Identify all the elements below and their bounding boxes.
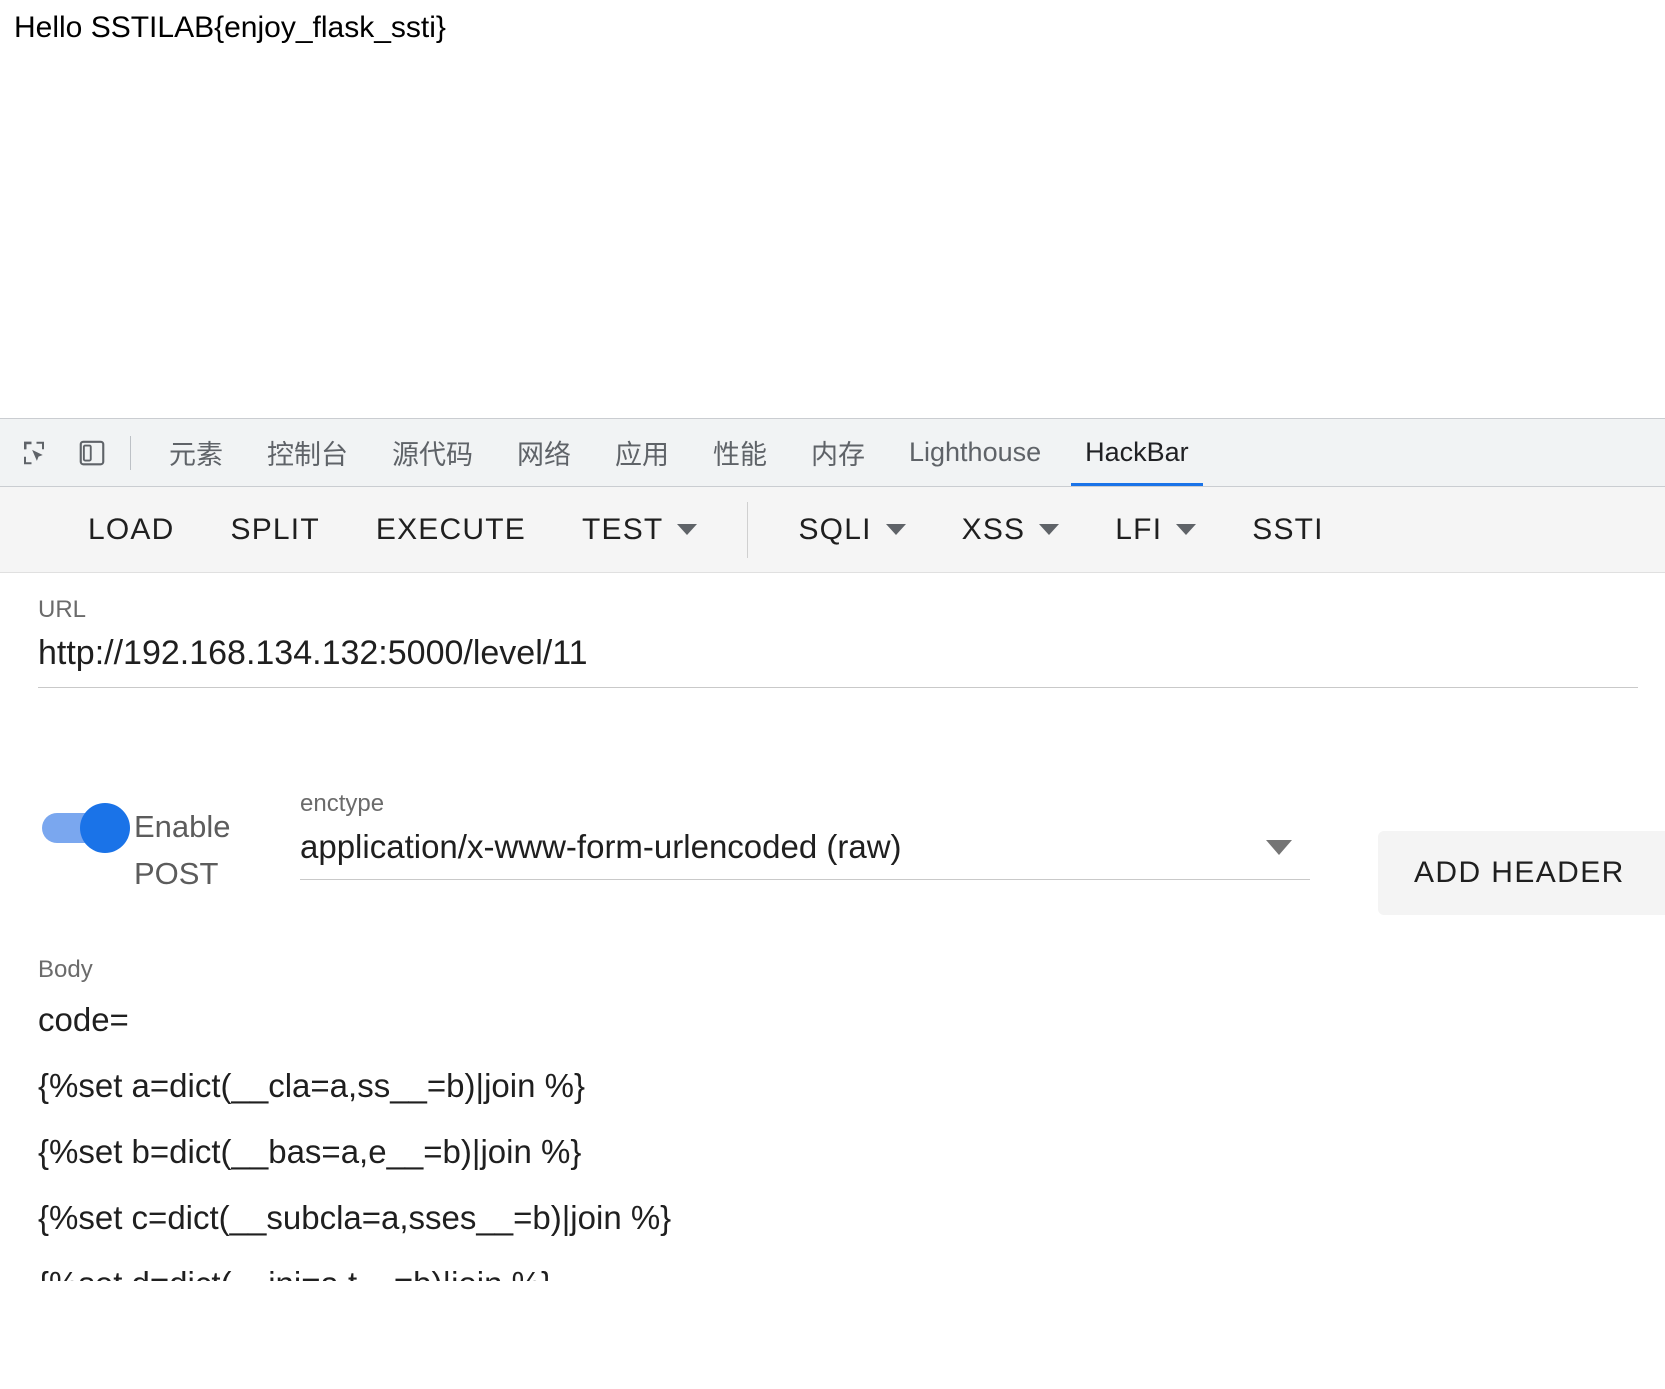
tab-label: 元素: [169, 440, 223, 470]
button-label: ADD HEADER: [1414, 856, 1625, 889]
chevron-down-icon: [1039, 524, 1060, 535]
chevron-down-icon: [677, 524, 698, 535]
body-line: code=: [38, 1001, 129, 1038]
toolbar-separator: [747, 501, 749, 558]
tab-label: 控制台: [267, 440, 348, 470]
enctype-field-underline: [300, 879, 1310, 880]
page-response-text: Hello SSTILAB{enjoy_flask_ssti}: [14, 11, 446, 44]
tab-network[interactable]: 网络: [495, 419, 593, 486]
url-field-group: URL http://192.168.134.132:5000/level/11: [38, 595, 1638, 688]
url-field-label: URL: [38, 596, 87, 623]
enctype-select[interactable]: application/x-www-form-urlencoded (raw): [300, 819, 1320, 871]
inspect-element-icon[interactable]: [14, 433, 54, 473]
tab-label: Lighthouse: [909, 437, 1042, 467]
tab-memory[interactable]: 内存: [789, 419, 887, 486]
add-header-button[interactable]: ADD HEADER: [1378, 831, 1665, 915]
hackbar-content: URL http://192.168.134.132:5000/level/11…: [0, 573, 1665, 1388]
body-field-group: Body code= {%set a=dict(__cla=a,ss__=b)|…: [38, 955, 1638, 1281]
button-label: LOAD: [88, 512, 175, 546]
tab-label: 网络: [517, 440, 571, 470]
hackbar-execute-button[interactable]: EXECUTE: [348, 500, 554, 560]
tab-performance[interactable]: 性能: [691, 419, 789, 486]
tab-application[interactable]: 应用: [593, 419, 691, 486]
enctype-field-group: enctype application/x-www-form-urlencode…: [300, 781, 1320, 880]
button-label: SSTI: [1252, 512, 1324, 546]
hackbar-toolbar: LOAD SPLIT EXECUTE TEST SQLI XSS LFI SST…: [0, 487, 1665, 573]
toolbar-divider: [130, 435, 131, 470]
button-label: EXECUTE: [375, 512, 526, 546]
body-field-label: Body: [38, 956, 93, 983]
enctype-selected-value: application/x-www-form-urlencoded (raw): [300, 828, 902, 865]
tab-sources[interactable]: 源代码: [370, 419, 495, 486]
url-input[interactable]: http://192.168.134.132:5000/level/11: [38, 625, 1638, 677]
tab-label: 源代码: [392, 440, 473, 470]
body-line: {%set d=dict(__ini=a,t__=b)|join %}: [38, 1251, 1638, 1281]
hackbar-load-button[interactable]: LOAD: [60, 500, 203, 560]
button-label: SPLIT: [230, 512, 320, 546]
enable-post-toggle[interactable]: [38, 781, 134, 867]
browser-page-viewport: Hello SSTILAB{enjoy_flask_ssti}: [0, 0, 1665, 418]
button-label: SQLI: [798, 512, 872, 546]
hackbar-sqli-menu[interactable]: SQLI: [770, 500, 933, 560]
button-label: TEST: [581, 512, 664, 546]
device-toolbar-icon[interactable]: [72, 433, 112, 473]
body-line: {%set b=dict(__bas=a,e__=b)|join %}: [38, 1133, 582, 1170]
button-label: XSS: [961, 512, 1026, 546]
button-label: LFI: [1115, 512, 1163, 546]
devtools-tool-icons: [0, 433, 112, 473]
tab-label: 应用: [615, 440, 669, 470]
tab-label: 内存: [811, 440, 865, 470]
tab-label: HackBar: [1085, 437, 1189, 467]
enctype-label: enctype: [300, 790, 385, 817]
url-field-underline: [38, 687, 1638, 688]
body-textarea[interactable]: code= {%set a=dict(__cla=a,ss__=b)|join …: [38, 985, 1638, 1281]
devtools-panel: 元素 控制台 源代码 网络 应用 性能 内存 Lighthouse HackBa…: [0, 418, 1665, 1389]
hackbar-xss-menu[interactable]: XSS: [934, 500, 1088, 560]
body-line: {%set c=dict(__subcla=a,sses__=b)|join %…: [38, 1199, 672, 1236]
chevron-down-icon: [885, 524, 906, 535]
chevron-down-icon: [1266, 839, 1292, 855]
devtools-tab-list: 元素 控制台 源代码 网络 应用 性能 内存 Lighthouse HackBa…: [147, 419, 1211, 486]
toggle-knob: [80, 803, 130, 853]
tab-console[interactable]: 控制台: [245, 419, 370, 486]
hackbar-ssti-menu[interactable]: SSTI: [1224, 500, 1351, 560]
hackbar-split-button[interactable]: SPLIT: [203, 500, 348, 560]
tab-lighthouse[interactable]: Lighthouse: [887, 419, 1063, 486]
tab-hackbar[interactable]: HackBar: [1063, 419, 1211, 486]
devtools-tabbar: 元素 控制台 源代码 网络 应用 性能 内存 Lighthouse HackBa…: [0, 419, 1665, 487]
hackbar-lfi-menu[interactable]: LFI: [1087, 500, 1224, 560]
tab-label: 性能: [713, 440, 767, 470]
chevron-down-icon: [1176, 524, 1197, 535]
tab-elements[interactable]: 元素: [147, 419, 245, 486]
hackbar-test-menu[interactable]: TEST: [554, 500, 725, 560]
enable-post-label: Enable POST: [134, 809, 231, 891]
body-line: {%set a=dict(__cla=a,ss__=b)|join %}: [38, 1067, 585, 1104]
